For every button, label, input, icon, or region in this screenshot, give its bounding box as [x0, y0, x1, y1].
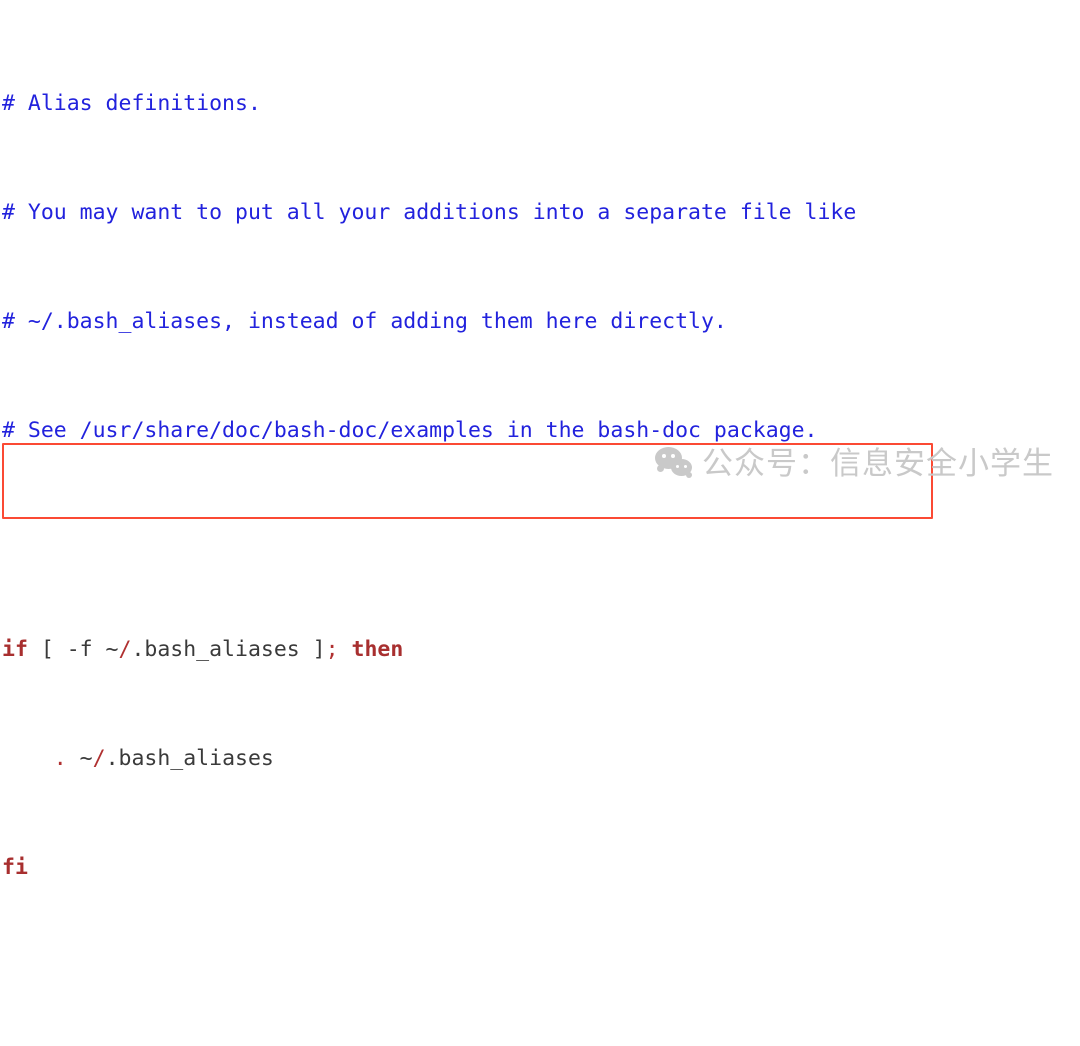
comment-token: # Alias definitions. — [2, 90, 261, 116]
code-line-9-blank[interactable] — [0, 963, 1080, 990]
indent-token — [2, 746, 54, 771]
keyword-if: if — [2, 636, 28, 662]
comment-token: # See /usr/share/doc/bash-doc/examples i… — [2, 418, 818, 444]
comment-token: # ~/.bash_aliases, instead of adding the… — [2, 309, 727, 335]
code-line-8[interactable]: fi — [0, 854, 1080, 881]
path-separator: / — [92, 746, 106, 772]
code-line-5-blank[interactable] — [0, 527, 1080, 554]
tilde-token: ~ — [66, 746, 93, 772]
code-line-3[interactable]: # ~/.bash_aliases, instead of adding the… — [0, 308, 1080, 335]
semicolon-token: ; — [325, 636, 339, 662]
code-line-4[interactable]: # See /usr/share/doc/bash-doc/examples i… — [0, 417, 1080, 444]
keyword-then: then — [351, 636, 404, 662]
code-line-2[interactable]: # You may want to put all your additions… — [0, 199, 1080, 226]
code-block[interactable]: # Alias definitions. # You may want to p… — [0, 8, 1080, 1046]
code-editor-surface[interactable]: # Alias definitions. # You may want to p… — [0, 0, 1080, 880]
test-expression: [ -f ~ — [27, 636, 119, 662]
path-separator: / — [118, 636, 132, 662]
keyword-fi: fi — [2, 855, 28, 881]
code-line-6[interactable]: if [ -f ~/.bash_aliases ]; then — [0, 636, 1080, 663]
comment-token: # You may want to put all your additions… — [2, 200, 857, 226]
code-line-1[interactable]: # Alias definitions. — [0, 90, 1080, 117]
path-token: .bash_aliases — [105, 746, 274, 772]
path-token: .bash_aliases ] — [131, 636, 326, 662]
source-dot-token: . — [53, 746, 67, 772]
code-line-7[interactable]: . ~/.bash_aliases — [0, 745, 1080, 772]
